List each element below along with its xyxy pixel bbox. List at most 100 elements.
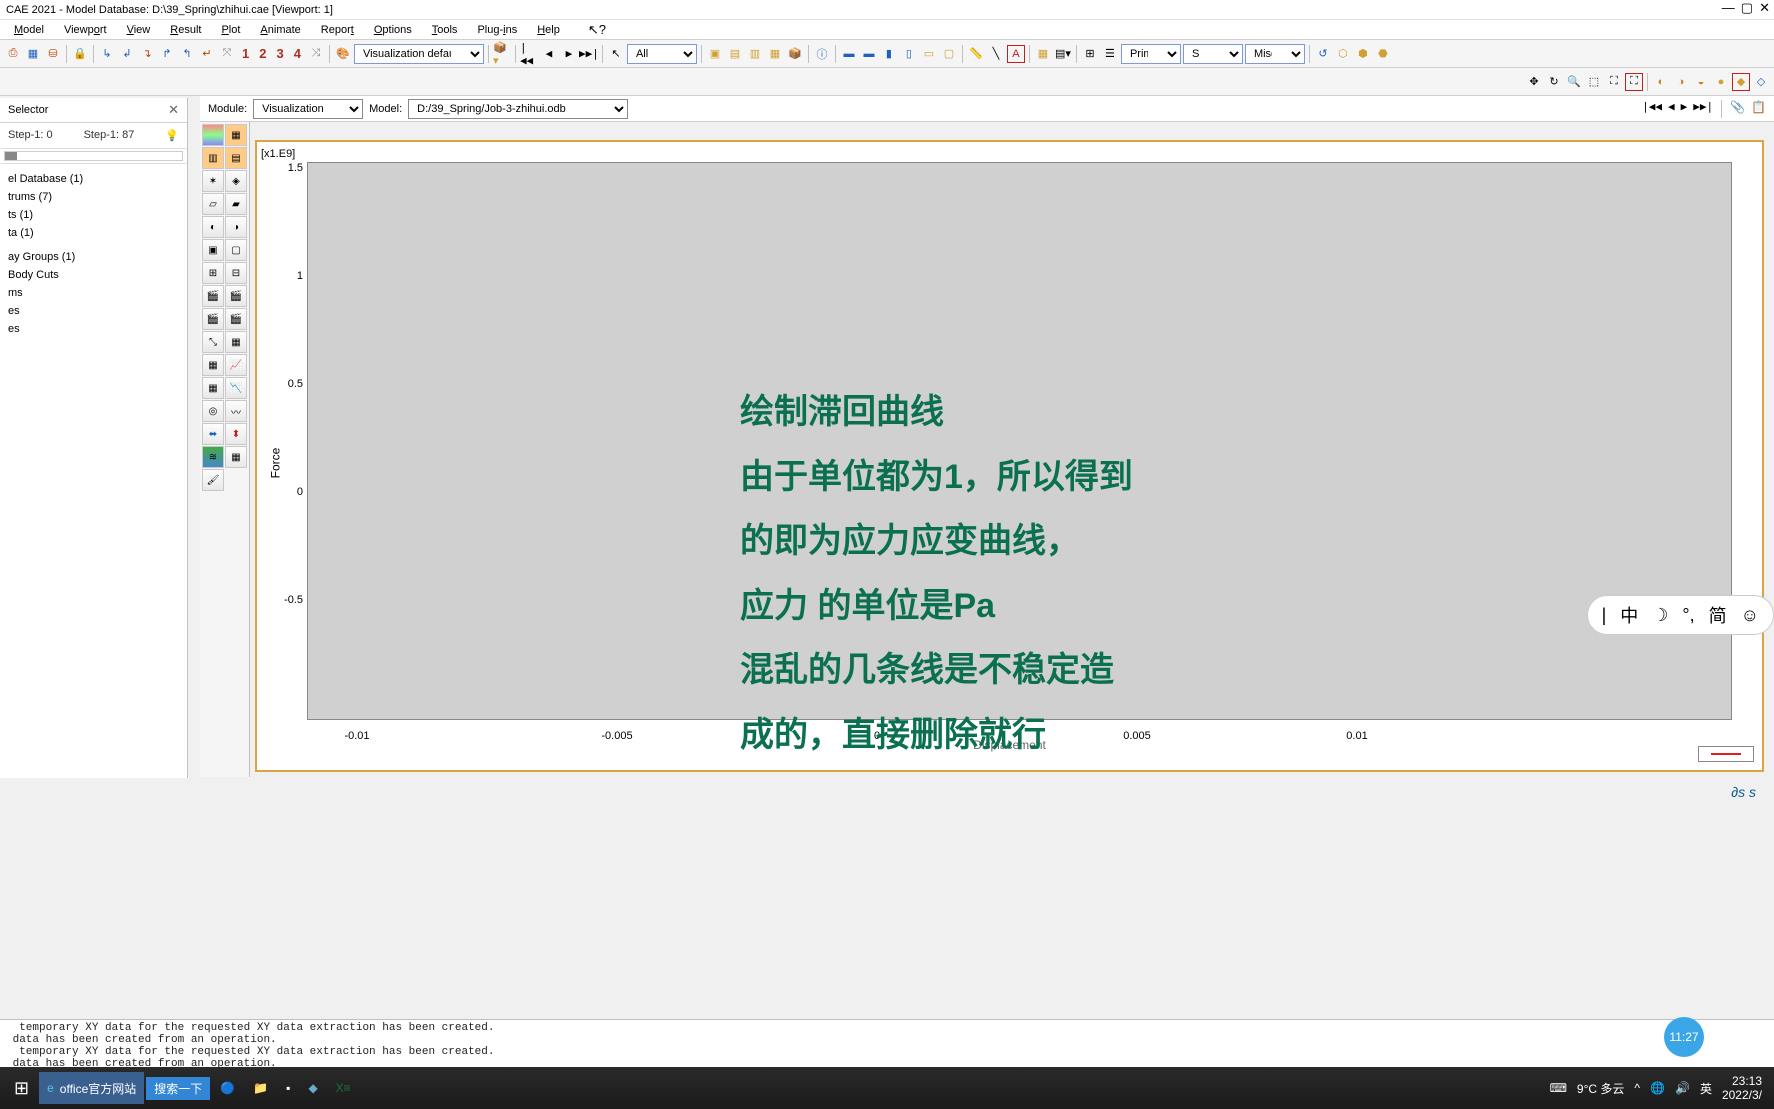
tray-keyboard-icon[interactable]: ⌨ bbox=[1550, 1081, 1567, 1095]
search-task[interactable]: 搜索一下 bbox=[146, 1072, 210, 1104]
coord-4-icon[interactable]: ↱ bbox=[158, 45, 176, 63]
tool-xy1-icon[interactable]: ⤡ bbox=[202, 331, 224, 353]
tray-weather[interactable]: 9°C 多云 bbox=[1577, 1080, 1624, 1097]
bulb-icon[interactable]: 💡 bbox=[165, 129, 179, 142]
palette-icon[interactable]: 🎨 bbox=[334, 45, 352, 63]
task-app-1[interactable]: 🔵 bbox=[212, 1072, 243, 1104]
menu-options[interactable]: Options bbox=[366, 22, 420, 38]
grid-icon[interactable]: ⊞ bbox=[1081, 45, 1099, 63]
prev-frame-icon[interactable]: ◀ bbox=[540, 45, 558, 63]
axis-icon[interactable]: ⤧ bbox=[218, 45, 236, 63]
tree-item[interactable]: el Database (1) bbox=[4, 170, 183, 188]
task-app-2[interactable]: ◆ bbox=[300, 1072, 325, 1104]
menu-report[interactable]: Report bbox=[313, 22, 362, 38]
last-frame-icon[interactable]: ▶▶| bbox=[580, 45, 598, 63]
tool-a-icon[interactable]: ▱ bbox=[202, 193, 224, 215]
ime-emoji-icon[interactable]: ☺ bbox=[1741, 605, 1759, 626]
tool-anim4-icon[interactable]: 🎬 bbox=[225, 308, 247, 330]
cube-1-icon[interactable]: ▣ bbox=[706, 45, 724, 63]
tool-xy5-icon[interactable]: ▦ bbox=[202, 377, 224, 399]
cube-5-icon[interactable]: 📦 bbox=[786, 45, 804, 63]
message-area[interactable]: temporary XY data for the requested XY d… bbox=[0, 1019, 1774, 1067]
coord-5-icon[interactable]: ↰ bbox=[178, 45, 196, 63]
layout-3-icon[interactable]: ▮ bbox=[880, 45, 898, 63]
tree-item[interactable]: ms bbox=[4, 284, 183, 302]
ruler-icon[interactable]: 📏 bbox=[967, 45, 985, 63]
invariant-select[interactable]: Mises bbox=[1245, 44, 1305, 64]
first-frame-icon[interactable]: |◀◀ bbox=[520, 45, 538, 63]
zoom-icon[interactable]: 🔍 bbox=[1565, 73, 1583, 91]
variable-select[interactable]: Primary bbox=[1121, 44, 1181, 64]
pan-icon[interactable]: ✥ bbox=[1525, 73, 1543, 91]
browser-task[interactable]: e office官方网站 bbox=[39, 1072, 144, 1104]
copy-icon[interactable]: 📋 bbox=[1751, 100, 1766, 118]
maximize-button[interactable]: ▢ bbox=[1741, 0, 1753, 16]
tool-xy3-icon[interactable]: ▦ bbox=[202, 354, 224, 376]
play-icon[interactable]: ▶ bbox=[560, 45, 578, 63]
tool-stream-icon[interactable]: ≋ bbox=[202, 446, 224, 468]
select-arrow-icon[interactable]: ↖ bbox=[607, 45, 625, 63]
menu-plot[interactable]: Plot bbox=[213, 22, 248, 38]
print-icon[interactable]: ⎙ bbox=[4, 45, 22, 63]
c4-icon[interactable]: ● bbox=[1712, 73, 1730, 91]
c2-icon[interactable]: ◑ bbox=[1672, 73, 1690, 91]
coord-2-icon[interactable]: ↲ bbox=[118, 45, 136, 63]
nav-next-icon[interactable]: ▶ bbox=[1681, 100, 1688, 118]
info-icon[interactable]: ⓘ bbox=[813, 45, 831, 63]
axis3d-icon[interactable]: ⤨ bbox=[307, 45, 325, 63]
tree-item[interactable]: es bbox=[4, 302, 183, 320]
c6-icon[interactable]: ◇ bbox=[1752, 73, 1770, 91]
frame-slider-row[interactable]: Step-1: 0 Step-1: 87 💡 bbox=[0, 123, 187, 149]
tool-material-icon[interactable]: ◈ bbox=[225, 170, 247, 192]
tool-xy2-icon[interactable]: ▦ bbox=[225, 331, 247, 353]
tool-path-icon[interactable]: 〰 bbox=[225, 400, 247, 422]
tool-stream2-icon[interactable]: ▦ bbox=[225, 446, 247, 468]
tool-both-icon[interactable]: ▤ bbox=[225, 147, 247, 169]
iso-2-icon[interactable]: ⬢ bbox=[1354, 45, 1372, 63]
module-select[interactable]: Visualization bbox=[253, 99, 363, 119]
tool-d-icon[interactable]: ◑ bbox=[225, 216, 247, 238]
zoom-box-icon[interactable]: ⬚ bbox=[1585, 73, 1603, 91]
lock-icon[interactable]: 🔒 bbox=[71, 45, 89, 63]
menu-viewport[interactable]: Viewport bbox=[56, 22, 115, 38]
tool-cut1-icon[interactable]: ⬌ bbox=[202, 423, 224, 445]
box-icon[interactable]: 📦▾ bbox=[493, 45, 511, 63]
panel-close-icon[interactable]: ✕ bbox=[168, 102, 179, 118]
cube-4-icon[interactable]: ▦ bbox=[766, 45, 784, 63]
nav-prev-icon[interactable]: ◀ bbox=[1668, 100, 1675, 118]
sync-icon[interactable]: ↺ bbox=[1314, 45, 1332, 63]
line-icon[interactable]: ╲ bbox=[987, 45, 1005, 63]
tool-color-icon[interactable]: 🖌 bbox=[202, 469, 224, 491]
fit-all-icon[interactable]: ⛶ bbox=[1625, 73, 1643, 91]
table-icon[interactable]: ▦ bbox=[1034, 45, 1052, 63]
minimize-button[interactable]: — bbox=[1722, 0, 1735, 16]
tool-b-icon[interactable]: ▰ bbox=[225, 193, 247, 215]
tool-c-icon[interactable]: ◐ bbox=[202, 216, 224, 238]
tray-volume-icon[interactable]: 🔊 bbox=[1675, 1081, 1690, 1095]
tray-lang[interactable]: 英 bbox=[1700, 1080, 1712, 1097]
tool-xy4-icon[interactable]: 📈 bbox=[225, 354, 247, 376]
tree-item[interactable]: trums (7) bbox=[4, 188, 183, 206]
cube-2-icon[interactable]: ▤ bbox=[726, 45, 744, 63]
layers-icon[interactable]: ▤▾ bbox=[1054, 45, 1072, 63]
tree-item[interactable]: ta (1) bbox=[4, 224, 183, 242]
tree-item[interactable]: ay Groups (1) bbox=[4, 248, 183, 266]
close-button[interactable]: ✕ bbox=[1759, 0, 1770, 16]
select-mode[interactable]: All bbox=[627, 44, 697, 64]
ime-moon-icon[interactable]: ☽ bbox=[1652, 605, 1668, 626]
help-cursor-icon[interactable]: ↖? bbox=[580, 20, 614, 40]
clip-icon[interactable]: 📎 bbox=[1730, 100, 1745, 118]
nav-last-icon[interactable]: ▶▶| bbox=[1693, 100, 1713, 118]
ime-cursor-icon[interactable]: | bbox=[1602, 605, 1607, 626]
tray-chevron-icon[interactable]: ^ bbox=[1634, 1081, 1640, 1095]
tool-xy6-icon[interactable]: 📉 bbox=[225, 377, 247, 399]
tool-g-icon[interactable]: ⊞ bbox=[202, 262, 224, 284]
tool-symbol-icon[interactable]: ✶ bbox=[202, 170, 224, 192]
tree-item[interactable]: Body Cuts bbox=[4, 266, 183, 284]
layout-5-icon[interactable]: ▭ bbox=[920, 45, 938, 63]
layout-1-icon[interactable]: ▬ bbox=[840, 45, 858, 63]
tool-h-icon[interactable]: ⊟ bbox=[225, 262, 247, 284]
tray-clock[interactable]: 23:13 2022/3/ bbox=[1722, 1074, 1768, 1103]
ime-simp[interactable]: 简 bbox=[1709, 602, 1727, 628]
output-select[interactable]: S bbox=[1183, 44, 1243, 64]
